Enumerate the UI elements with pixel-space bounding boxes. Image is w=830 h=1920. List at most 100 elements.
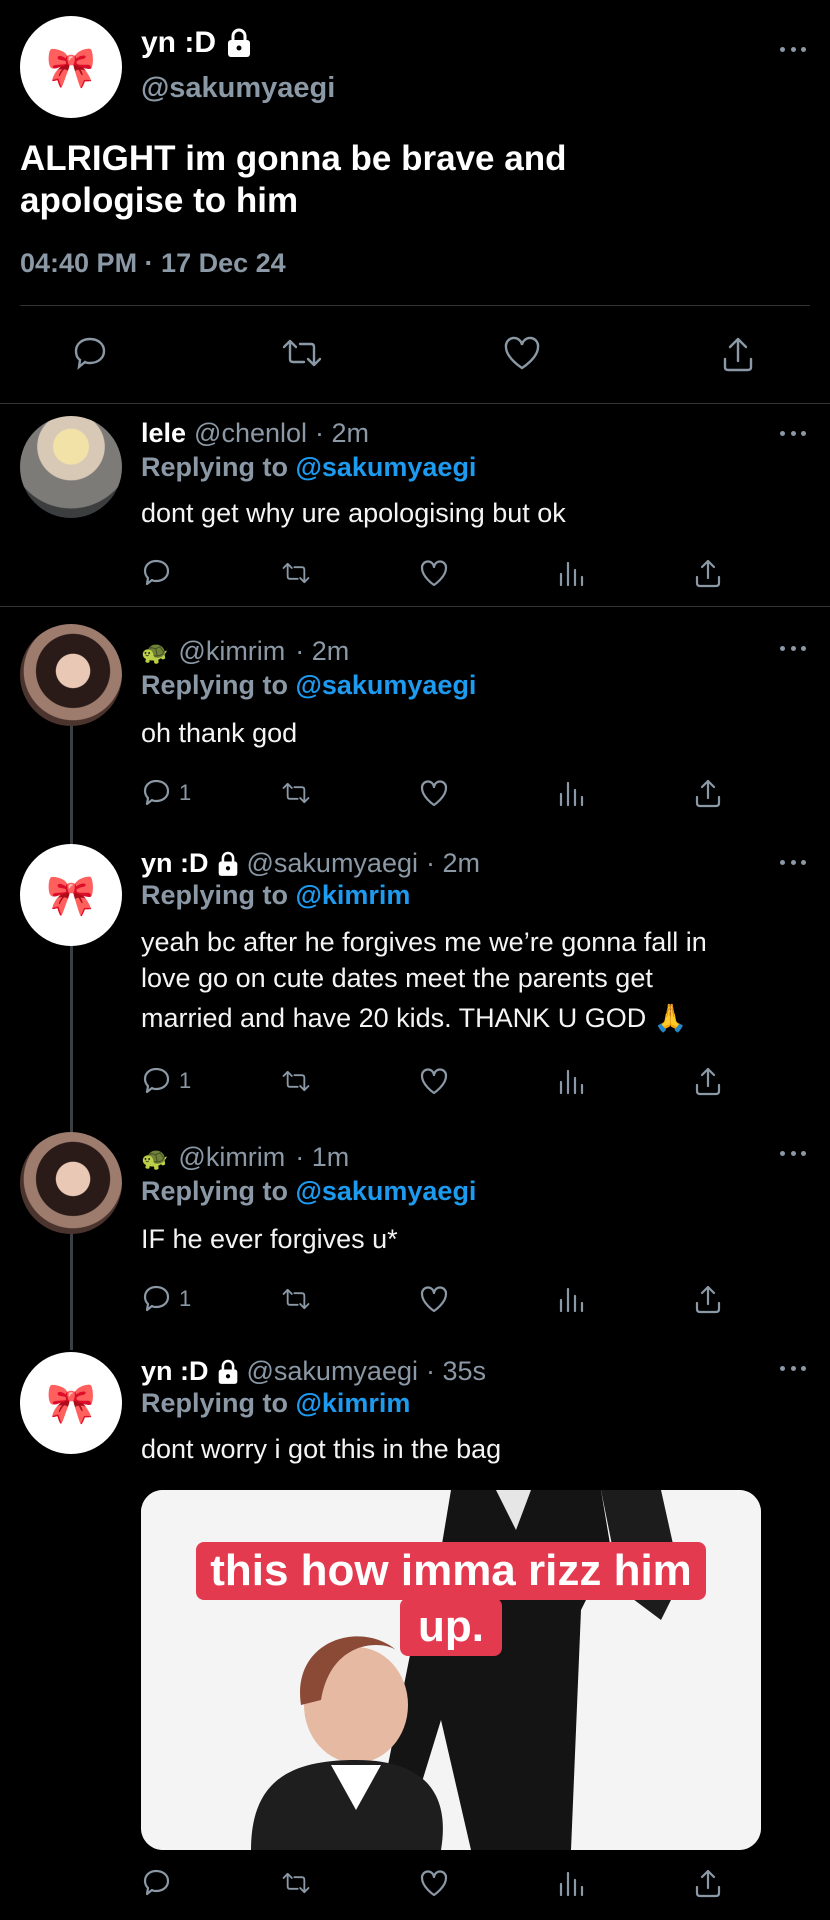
heart-icon — [420, 1068, 448, 1095]
username[interactable]: @kimrim — [178, 636, 285, 667]
username[interactable]: @chenlol — [194, 418, 307, 449]
more-icon[interactable] — [780, 47, 806, 53]
share-button[interactable] — [693, 1866, 723, 1900]
timestamp[interactable]: 04:40 PM · 17 Dec 24 — [20, 248, 286, 279]
replying-to: Replying to @kimrim — [141, 1388, 410, 1419]
avatar[interactable] — [20, 1132, 122, 1234]
display-name[interactable]: yn :D — [141, 848, 209, 879]
display-name[interactable]: yn :D — [141, 26, 216, 60]
reply-target-link[interactable]: @kimrim — [296, 880, 411, 910]
author-row: yn :D @sakumyaegi · 2m — [141, 848, 480, 879]
like-button[interactable] — [419, 776, 449, 810]
like-button[interactable] — [419, 556, 449, 590]
heart-icon[interactable] — [502, 335, 542, 371]
reply-text-line: yeah bc after he forgives me we’re gonna… — [141, 927, 707, 957]
meme-caption: this how imma rizz him up. — [166, 1542, 736, 1656]
lock-icon — [218, 851, 237, 876]
views-button[interactable] — [556, 776, 586, 810]
views-icon — [559, 1287, 584, 1313]
bow-emoji: 🎀 — [46, 45, 96, 90]
reply-actions: 1 — [141, 1064, 731, 1098]
username[interactable]: @sakumyaegi — [247, 848, 418, 879]
reply-target-link[interactable]: @sakumyaegi — [296, 1176, 477, 1206]
reply-icon — [143, 559, 170, 586]
display-name[interactable]: 🐢 — [141, 1146, 168, 1172]
username[interactable]: @kimrim — [178, 1142, 285, 1173]
reply-button[interactable] — [141, 556, 179, 590]
reply-button[interactable]: 1 — [141, 1064, 191, 1098]
reply-button[interactable] — [141, 1866, 179, 1900]
reply-icon — [143, 1285, 170, 1312]
username[interactable]: @sakumyaegi — [247, 1356, 418, 1387]
reply-button[interactable]: 1 — [141, 1282, 191, 1316]
thread-line — [70, 725, 73, 1350]
media-image[interactable]: this how imma rizz him up. — [141, 1490, 761, 1850]
more-icon[interactable] — [780, 431, 806, 437]
like-button[interactable] — [419, 1866, 449, 1900]
bow-emoji: 🎀 — [46, 873, 96, 918]
avatar[interactable] — [20, 416, 122, 518]
replying-to: Replying to @kimrim — [141, 880, 410, 911]
username[interactable]: @sakumyaegi — [141, 72, 335, 105]
more-icon[interactable] — [780, 860, 806, 866]
replying-to-label: Replying to — [141, 670, 288, 700]
reply-icon[interactable] — [72, 335, 108, 371]
author-row: 🐢 @kimrim · 2m — [141, 636, 349, 667]
post-time: · 1m — [295, 1142, 350, 1172]
more-icon[interactable] — [780, 1151, 806, 1157]
like-button[interactable] — [419, 1282, 449, 1316]
reply-target-link[interactable]: @sakumyaegi — [296, 452, 477, 482]
avatar[interactable] — [20, 624, 122, 726]
share-icon — [695, 1285, 721, 1314]
tweet-text-line: apologise to him — [20, 181, 299, 220]
share-button[interactable] — [693, 1064, 723, 1098]
views-icon — [559, 781, 584, 807]
lock-icon — [218, 1359, 237, 1384]
heart-icon — [420, 780, 448, 807]
display-name[interactable]: 🐢 — [141, 640, 168, 666]
meme-caption-line: up. — [400, 1598, 502, 1656]
avatar[interactable]: 🎀 — [20, 1352, 122, 1454]
retweet-icon[interactable] — [280, 335, 324, 371]
reply-actions — [141, 556, 731, 590]
reply-icon — [143, 779, 170, 806]
retweet-button[interactable] — [281, 1064, 311, 1098]
retweet-button[interactable] — [281, 1866, 311, 1900]
share-button[interactable] — [693, 776, 723, 810]
more-icon[interactable] — [780, 1366, 806, 1372]
reply-button[interactable]: 1 — [141, 776, 191, 810]
author-row: lele @chenlol · 2m — [141, 418, 369, 449]
retweet-button[interactable] — [281, 556, 311, 590]
reply-target-link[interactable]: @sakumyaegi — [296, 670, 477, 700]
share-icon[interactable] — [720, 335, 756, 373]
retweet-icon — [282, 1070, 310, 1092]
share-button[interactable] — [693, 1282, 723, 1316]
reply-text: IF he ever forgives u* — [141, 1224, 398, 1254]
post-time: · 2m — [315, 418, 370, 448]
share-button[interactable] — [693, 556, 723, 590]
views-button[interactable] — [556, 1064, 586, 1098]
like-button[interactable] — [419, 1064, 449, 1098]
divider — [0, 606, 830, 607]
more-icon[interactable] — [780, 646, 806, 652]
views-button[interactable] — [556, 1282, 586, 1316]
tweet-text: ALRIGHT im gonna be brave and apologise … — [20, 138, 566, 222]
avatar[interactable]: 🎀 — [20, 844, 122, 946]
retweet-icon — [282, 1288, 310, 1310]
reply-count: 1 — [179, 1068, 192, 1093]
author-row: 🐢 @kimrim · 1m — [141, 1142, 349, 1173]
replying-to-label: Replying to — [141, 452, 288, 482]
retweet-button[interactable] — [281, 1282, 311, 1316]
main-actions — [0, 335, 830, 375]
retweet-icon — [282, 1872, 310, 1894]
replying-to: Replying to @sakumyaegi — [141, 1176, 476, 1207]
display-name[interactable]: yn :D — [141, 1356, 209, 1387]
avatar[interactable]: 🎀 — [20, 16, 122, 118]
display-name[interactable]: lele — [141, 418, 186, 449]
views-button[interactable] — [556, 1866, 586, 1900]
views-button[interactable] — [556, 556, 586, 590]
retweet-button[interactable] — [281, 776, 311, 810]
lock-icon — [228, 28, 250, 57]
reply-target-link[interactable]: @kimrim — [296, 1388, 411, 1418]
divider — [20, 305, 810, 306]
